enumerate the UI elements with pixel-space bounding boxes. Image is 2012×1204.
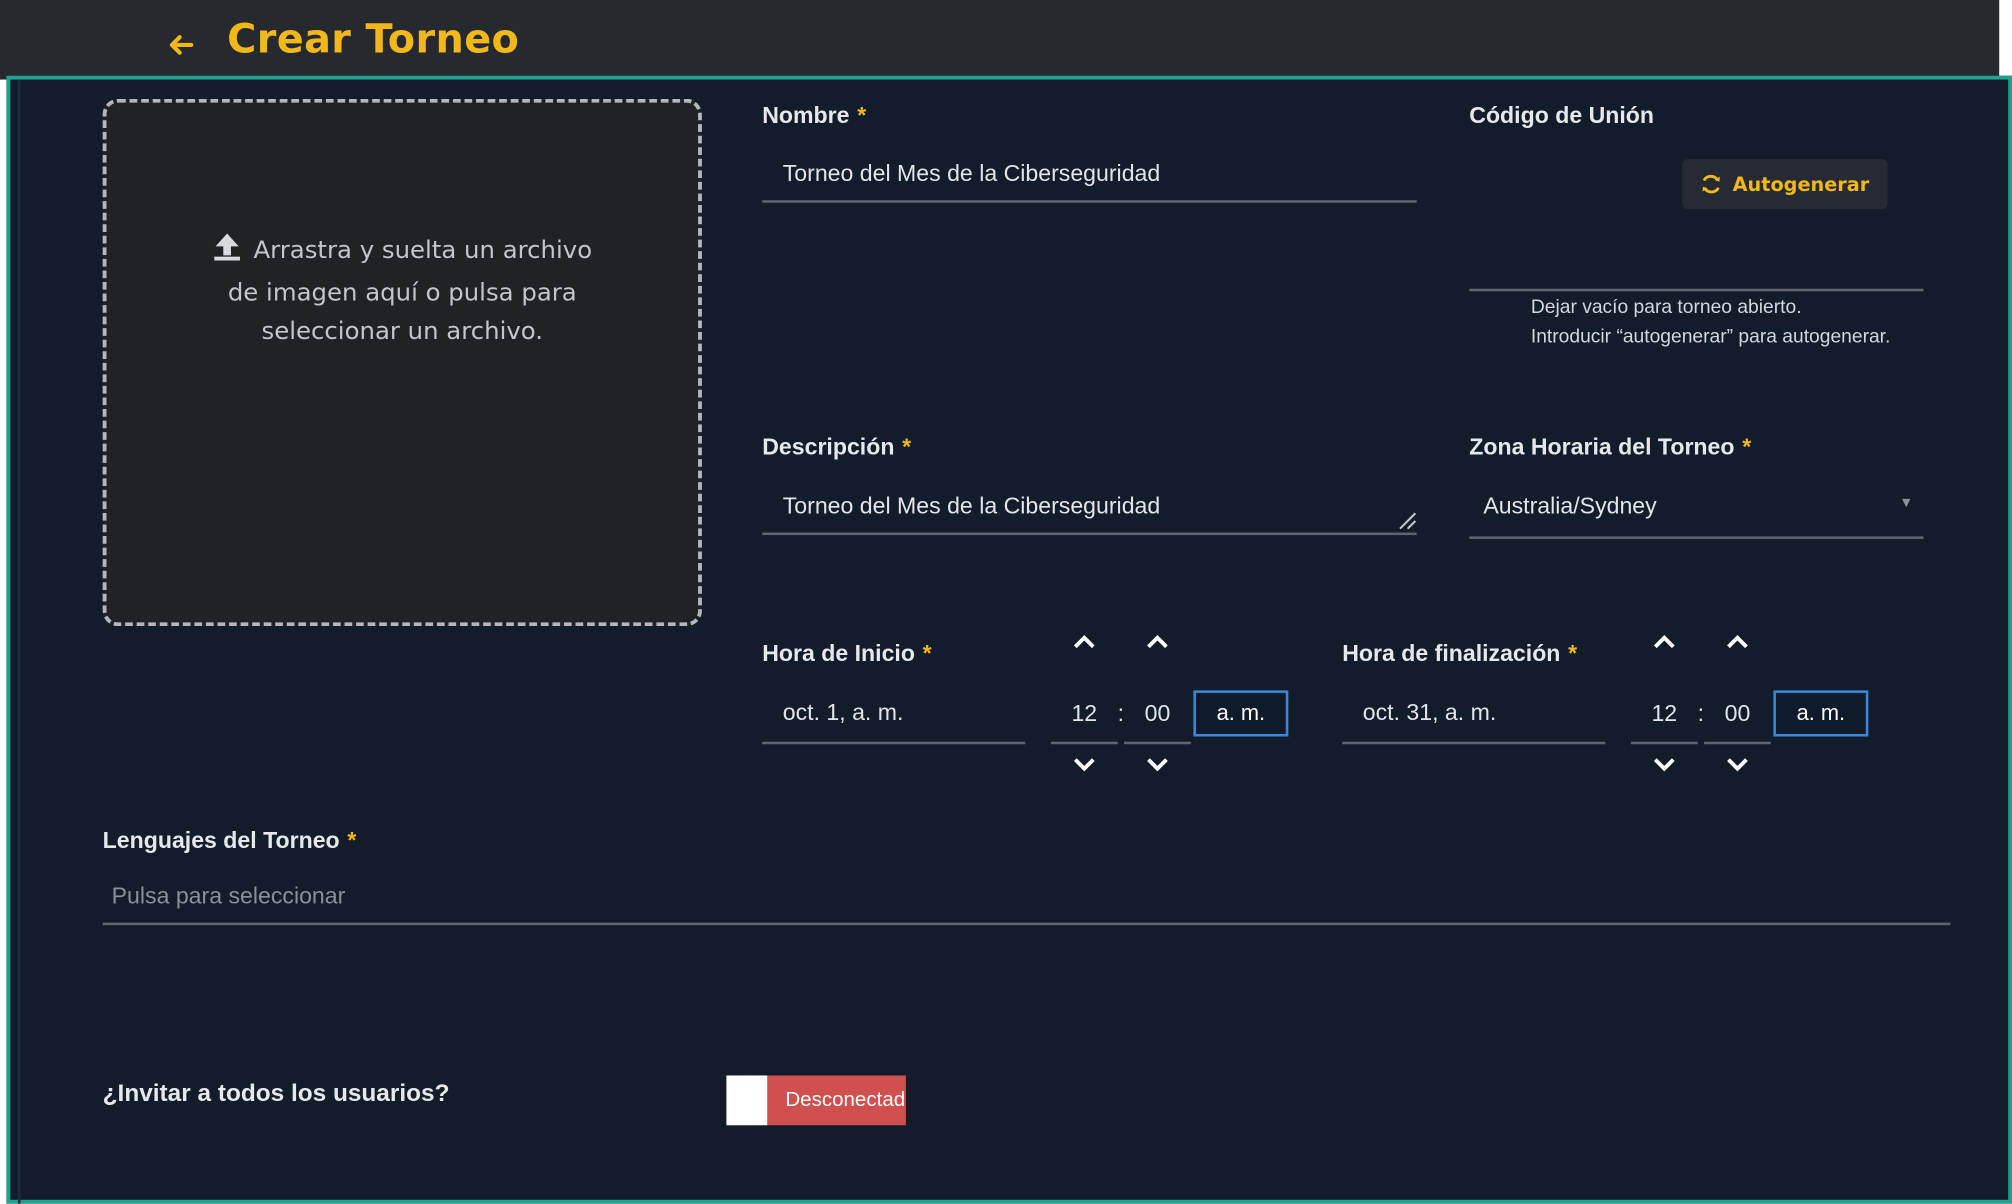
required-mark: * (347, 827, 357, 854)
end-hour-input[interactable]: 12 (1630, 683, 1698, 745)
chevron-up-icon (1653, 635, 1675, 649)
required-mark: * (922, 640, 932, 666)
timezone-select[interactable]: Australia/Sydney ▼ (1469, 477, 1924, 539)
chevron-down-icon (1727, 758, 1748, 772)
end-hour-down-button[interactable] (1631, 757, 1698, 793)
start-hour-up-button[interactable] (1051, 634, 1118, 670)
dropzone-line-2: de imagen aquí o pulsa para (227, 278, 577, 307)
start-hour-input[interactable]: 12 (1050, 683, 1118, 745)
languages-label: Lenguajes del Torneo * (103, 828, 357, 855)
autogenerate-label: Autogenerar (1732, 172, 1870, 196)
join-code-input[interactable] (1469, 288, 1924, 292)
chevron-up-icon (1727, 635, 1748, 649)
join-code-label: Código de Unión (1469, 102, 1655, 129)
start-time-label-text: Hora de Inicio (762, 640, 915, 666)
start-minute-down-button[interactable] (1124, 757, 1191, 793)
invite-all-toggle[interactable]: Desconectado (726, 1075, 906, 1126)
languages-label-text: Lenguajes del Torneo (102, 827, 340, 854)
required-mark: * (902, 433, 912, 460)
resize-handle-icon[interactable] (1396, 509, 1417, 530)
start-date-input[interactable]: oct. 1, a. m. (762, 683, 1026, 745)
end-time-label: Hora de finalización * (1342, 640, 1577, 667)
name-label: Nombre * (762, 103, 866, 130)
invite-all-label: ¿Invitar a todos los usuarios? (102, 1080, 450, 1108)
chevron-down-icon (1073, 758, 1095, 772)
start-ampm-button[interactable]: a. m. (1193, 690, 1289, 737)
upload-icon (212, 231, 240, 273)
timezone-value: Australia/Sydney (1483, 492, 1657, 519)
arrow-left-icon[interactable] (164, 28, 197, 61)
join-code-help-line-2: Introducir “autogenerar” para autogenera… (1530, 325, 1891, 348)
toggle-state-text: Desconectado (767, 1075, 906, 1126)
chevron-down-icon (1147, 758, 1168, 772)
join-code-help: Dejar vacío para torneo abierto. Introdu… (1531, 293, 1967, 352)
start-time-label: Hora de Inicio * (762, 640, 931, 667)
dropzone-text: Arrastra y suelta un archivo de imagen a… (107, 231, 699, 350)
end-hour-up-button[interactable] (1631, 634, 1698, 670)
panel-edge (17, 79, 21, 1204)
toggle-knob (726, 1075, 768, 1126)
required-mark: * (857, 102, 867, 129)
description-label-text: Descripción (762, 433, 895, 460)
header-bar: Crear Torneo (0, 0, 2000, 80)
required-mark: * (1568, 640, 1578, 666)
dropzone-line-1: Arrastra y suelta un archivo (253, 236, 593, 265)
start-minute-up-button[interactable] (1124, 634, 1191, 670)
autogenerate-button[interactable]: Autogenerar (1682, 159, 1888, 210)
end-ampm-button[interactable]: a. m. (1773, 690, 1869, 737)
caret-down-icon: ▼ (1899, 495, 1914, 511)
refresh-icon (1702, 174, 1721, 194)
screen: Crear Torneo Arrastra y suelta un archiv… (0, 0, 2012, 1204)
description-value: Torneo del Mes de la Ciberseguridad (782, 492, 1161, 519)
name-input[interactable]: Torneo del Mes de la Ciberseguridad (762, 146, 1417, 203)
required-mark: * (1742, 433, 1752, 460)
form-panel: Arrastra y suelta un archivo de imagen a… (6, 75, 2012, 1204)
start-hour-down-button[interactable] (1051, 757, 1118, 793)
name-label-text: Nombre (762, 102, 850, 129)
end-minute-input[interactable]: 00 (1704, 683, 1771, 745)
timezone-label-text: Zona Horaria del Torneo (1469, 433, 1735, 460)
start-minute-input[interactable]: 00 (1124, 683, 1191, 745)
description-textarea[interactable]: Torneo del Mes de la Ciberseguridad (762, 479, 1417, 536)
end-minute-up-button[interactable] (1704, 634, 1771, 670)
languages-select[interactable]: Pulsa para seleccionar (102, 869, 1951, 926)
page-title: Crear Torneo (227, 16, 520, 63)
end-minute-down-button[interactable] (1704, 757, 1771, 793)
timezone-label: Zona Horaria del Torneo * (1469, 434, 1751, 461)
chevron-up-icon (1073, 635, 1095, 649)
dropzone-line-3: seleccionar un archivo. (261, 316, 544, 346)
end-time-label-text: Hora de finalización (1342, 640, 1561, 666)
end-date-input[interactable]: oct. 31, a. m. (1342, 683, 1606, 745)
image-dropzone[interactable]: Arrastra y suelta un archivo de imagen a… (102, 98, 702, 627)
description-label: Descripción * (762, 434, 911, 461)
chevron-down-icon (1653, 758, 1675, 772)
join-code-help-line-1: Dejar vacío para torneo abierto. (1530, 296, 1802, 319)
chevron-up-icon (1147, 635, 1168, 649)
